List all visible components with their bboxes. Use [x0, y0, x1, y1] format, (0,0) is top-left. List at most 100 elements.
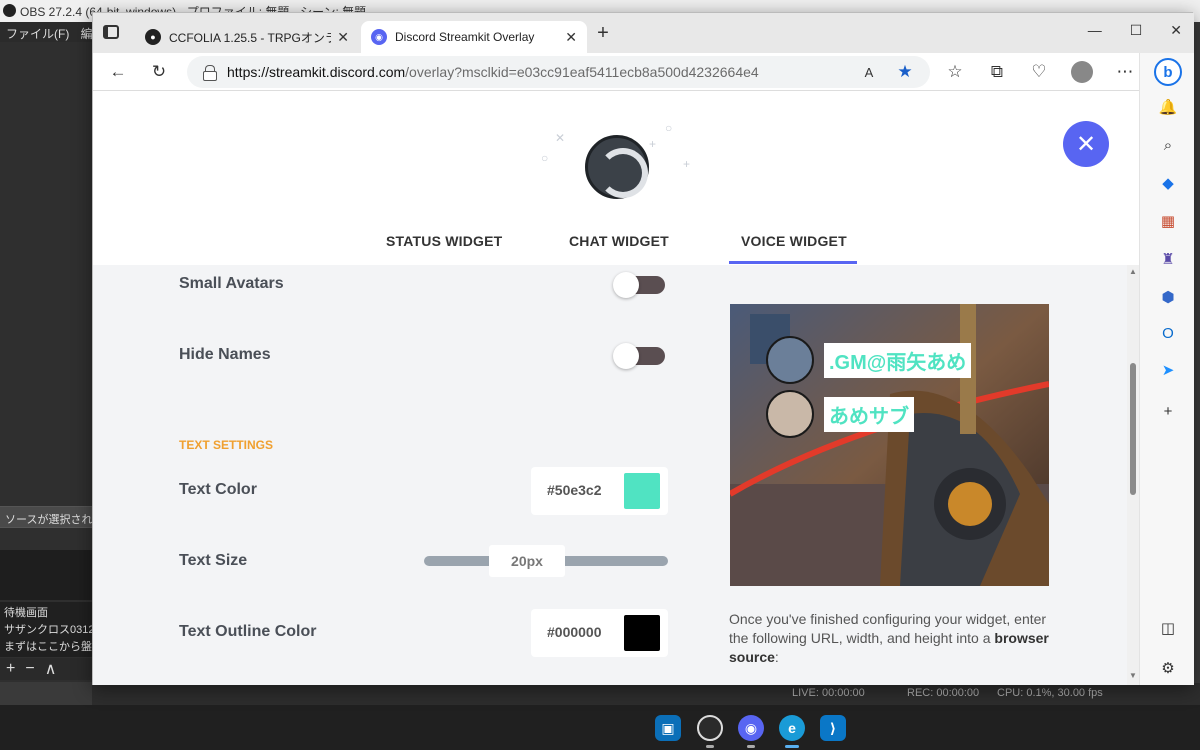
obs-menu-bar: ファイル(F) 編集(E) [0, 22, 92, 42]
tab-bar: ● CCFOLIA 1.25.5 - TRPGオンラインセッション ✕ ◉ Di… [93, 13, 1194, 53]
hide-names-toggle[interactable] [613, 343, 665, 369]
obs-menu-edit[interactable]: 編集(E) [81, 27, 92, 41]
text-color-swatch[interactable] [624, 473, 660, 509]
collections-icon[interactable]: ⧉ [985, 60, 1009, 84]
tab-discord-streamkit[interactable]: ◉ Discord Streamkit Overlay ✕ [361, 21, 587, 53]
voice-user-avatar [766, 336, 814, 384]
obs-logo-icon [585, 135, 649, 199]
configuration-instructions: Once you've finished configuring your wi… [729, 610, 1049, 667]
voice-widget-preview: .GM@雨矢あめ あめサブ [730, 304, 1049, 586]
scroll-down-icon[interactable]: ▼ [1129, 671, 1137, 680]
live-status: LIVE: 00:00:00 [792, 687, 865, 699]
obs-taskbar-icon[interactable] [697, 715, 723, 741]
obs-status-bar: LIVE: 00:00:00 REC: 00:00:00 CPU: 0.1%, … [92, 683, 1200, 705]
tab-status-widget[interactable]: STATUS WIDGET [386, 233, 502, 249]
minimize-icon[interactable]: — [1088, 22, 1102, 39]
obs-logo-icon [3, 4, 16, 17]
obs-scene-item[interactable]: 待機画面 [0, 602, 92, 619]
obs-panel-gap [0, 550, 92, 600]
read-aloud-icon[interactable]: A [857, 60, 881, 84]
taskbar-indicator [706, 745, 714, 748]
page-content: ✕ ○ ○ + + ✕ STATUS WIDGET CHAT WIDGET VO… [93, 91, 1139, 685]
browser-window: ● CCFOLIA 1.25.5 - TRPGオンラインセッション ✕ ◉ Di… [92, 12, 1194, 685]
edge-sidebar: b 🔔 ⌕ ◆ ▦ ♜ ⬢ O ➤ + ◫ ⚙ [1139, 53, 1194, 685]
sparkle-icon: ○ [541, 151, 549, 165]
vscode-taskbar-icon[interactable]: ⟩ [820, 715, 846, 741]
window-controls: — ☐ ✕ [1088, 22, 1182, 39]
page-scrollbar[interactable]: ▲ ▼ [1127, 265, 1139, 685]
text-size-handle[interactable]: 20px [489, 545, 565, 577]
instructions-end: : [774, 649, 779, 665]
tab-ccfolia[interactable]: ● CCFOLIA 1.25.5 - TRPGオンラインセッション ✕ [135, 21, 359, 53]
close-tab-icon[interactable]: ✕ [565, 29, 577, 46]
search-icon[interactable]: ⌕ [1158, 135, 1178, 155]
outlook-icon[interactable]: O [1158, 323, 1178, 343]
text-size-label: Text Size [179, 552, 248, 569]
remove-scene-icon[interactable]: − [25, 660, 34, 678]
obs-no-source-label: ソースが選択されていません [0, 506, 92, 528]
ccfolia-favicon-icon: ● [145, 29, 161, 45]
scroll-up-icon[interactable]: ▲ [1129, 267, 1137, 276]
browser-toolbar: ← ↻ https://streamkit.discord.com/overla… [93, 53, 1194, 91]
obs-menu-file[interactable]: ファイル(F) [6, 27, 69, 41]
taskbar-indicator-active [785, 745, 799, 748]
text-color-hex: #50e3c2 [547, 482, 602, 498]
voice-user-name: あめサブ [824, 396, 914, 432]
hide-names-label: Hide Names [179, 346, 271, 363]
move-up-icon[interactable]: ∧ [45, 659, 57, 679]
taskbar-indicator [747, 745, 755, 748]
refresh-icon[interactable]: ↻ [147, 60, 171, 84]
discord-favicon-icon: ◉ [371, 29, 387, 45]
more-menu-icon[interactable]: ⋯ [1113, 60, 1137, 84]
screen-capture-icon[interactable]: ▣ [655, 715, 681, 741]
url-path: /overlay?msclkid=e03cc91eaf5411ecb8a500d… [405, 64, 759, 80]
taskbar: ▣ ◉ e ⟩ [0, 705, 1200, 750]
sparkle-icon: + [683, 157, 691, 171]
send-icon[interactable]: ➤ [1158, 360, 1178, 380]
voice-user-name: .GM@雨矢あめ [824, 342, 972, 378]
favorites-icon[interactable]: ☆ [943, 60, 967, 84]
tab-chat-widget[interactable]: CHAT WIDGET [569, 233, 669, 249]
text-outline-swatch[interactable] [624, 615, 660, 651]
url-host: https://streamkit.discord.com [227, 64, 406, 80]
discord-taskbar-icon[interactable]: ◉ [738, 715, 764, 741]
tab-voice-widget[interactable]: VOICE WIDGET [741, 233, 847, 249]
close-tab-icon[interactable]: ✕ [337, 29, 349, 46]
text-color-input[interactable]: #50e3c2 [531, 467, 668, 515]
shopping-icon[interactable]: ◆ [1158, 173, 1178, 193]
games-icon[interactable]: ♜ [1158, 249, 1178, 269]
voice-user-row: あめサブ [766, 390, 914, 438]
sparkle-icon: ○ [665, 121, 673, 135]
text-color-label: Text Color [179, 481, 257, 498]
favorite-star-icon[interactable]: ★ [893, 60, 917, 84]
text-outline-hex: #000000 [547, 624, 602, 640]
tools-icon[interactable]: ▦ [1158, 211, 1178, 231]
close-window-icon[interactable]: ✕ [1170, 22, 1182, 39]
maximize-icon[interactable]: ☐ [1130, 22, 1143, 39]
address-bar[interactable]: https://streamkit.discord.com/overlay?ms… [187, 56, 930, 88]
toggle-knob [613, 343, 639, 369]
sparkle-icon: + [649, 137, 657, 151]
edge-taskbar-icon[interactable]: e [779, 715, 805, 741]
scroll-thumb[interactable] [1130, 363, 1136, 495]
text-outline-input[interactable]: #000000 [531, 609, 668, 657]
sidebar-toggle-icon[interactable]: ◫ [1158, 618, 1178, 638]
obs-scene-item[interactable]: サザンクロス0312 [0, 619, 92, 636]
settings-gear-icon[interactable]: ⚙ [1158, 658, 1178, 678]
obs-scene-list: 待機画面 サザンクロス0312 まずはここから盤面 [0, 602, 92, 657]
back-icon[interactable]: ← [106, 60, 130, 84]
bing-icon[interactable]: b [1154, 58, 1182, 86]
close-overlay-button[interactable]: ✕ [1063, 121, 1109, 167]
office-icon[interactable]: ⬢ [1158, 287, 1178, 307]
add-scene-icon[interactable]: + [6, 660, 15, 678]
obs-scene-item[interactable]: まずはここから盤面 [0, 636, 92, 653]
add-sidebar-icon[interactable]: + [1158, 401, 1178, 421]
notifications-icon[interactable]: 🔔 [1158, 97, 1178, 117]
small-avatars-toggle[interactable] [613, 272, 665, 298]
new-tab-icon[interactable]: + [593, 23, 613, 43]
cpu-status: CPU: 0.1%, 30.00 fps [997, 687, 1103, 699]
workspaces-icon[interactable] [103, 25, 119, 39]
performance-icon[interactable]: ♡ [1027, 60, 1051, 84]
small-avatars-label: Small Avatars [179, 275, 284, 292]
profile-avatar[interactable] [1071, 61, 1093, 83]
